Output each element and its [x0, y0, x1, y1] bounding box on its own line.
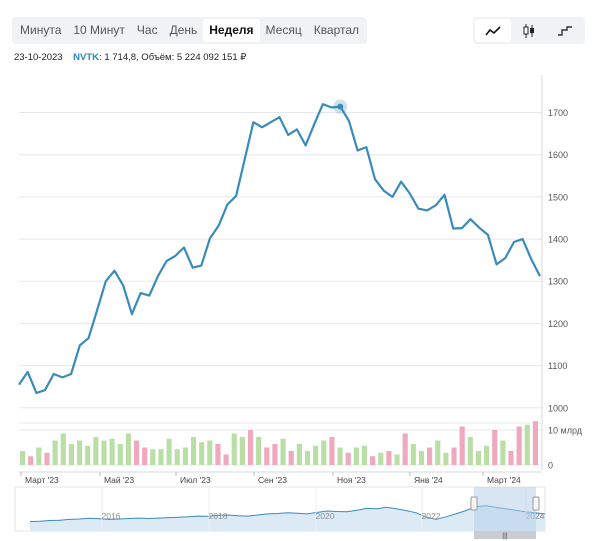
volume-bar — [44, 452, 50, 465]
volume-bar — [321, 440, 327, 465]
navigator-year-label: 2020 — [316, 511, 335, 521]
volume-bar — [467, 437, 473, 465]
y-tick-label: 1500 — [548, 192, 568, 202]
volume-bar — [378, 452, 384, 465]
volume-bar — [247, 430, 254, 465]
navigator-handle-left — [470, 496, 478, 511]
volume-bar — [101, 440, 107, 465]
volume-bar — [150, 449, 156, 465]
navigator-window — [474, 487, 536, 531]
price-gridlines — [19, 112, 542, 409]
volume-bar — [361, 445, 368, 465]
volume-bar — [410, 444, 416, 465]
navigator[interactable]: 20162018202020222024||| — [14, 486, 546, 540]
volume-bar — [427, 447, 433, 465]
volume-bar — [313, 445, 319, 465]
volume-bar — [272, 444, 278, 465]
volume-bar — [296, 444, 302, 465]
volume-bar — [76, 440, 83, 465]
x-tick-label: Март '24 — [487, 475, 521, 485]
volume-bar — [304, 451, 311, 465]
y-tick-label: 1600 — [548, 150, 568, 160]
volume-bar — [256, 437, 262, 465]
volume-bar — [345, 452, 351, 465]
volume-bar — [133, 440, 140, 465]
scrollbar-grip: ||| — [502, 533, 508, 540]
volume-bar — [475, 451, 482, 465]
volume-bar — [142, 447, 148, 465]
volume-bar — [20, 451, 26, 465]
volume-bar — [199, 442, 205, 465]
volume-bar — [418, 451, 425, 465]
volume-bar — [60, 433, 66, 465]
volume-bar — [443, 452, 449, 465]
volume-bar — [125, 433, 131, 465]
volume-bar — [215, 444, 221, 465]
navigator-year-label: 2022 — [422, 511, 441, 521]
price-line — [18, 102, 541, 395]
x-tick-label: Март '23 — [25, 475, 59, 485]
volume-bar — [524, 424, 530, 465]
y-tick-label: 1300 — [548, 277, 568, 287]
volume-bar — [174, 449, 180, 465]
volume-bar — [36, 447, 42, 465]
volume-bars — [20, 421, 538, 465]
price-series — [18, 99, 541, 395]
volume-bar — [459, 426, 465, 465]
y-tick-label: 1100 — [548, 361, 567, 371]
volume-bar — [239, 437, 245, 465]
navigator-year-label: 2016 — [102, 511, 121, 521]
volume-bar — [353, 447, 359, 465]
volume-axis: 10 млрд 0 — [548, 426, 583, 471]
volume-bar — [264, 447, 270, 465]
volume-bar — [451, 447, 457, 465]
volume-bar — [68, 444, 74, 465]
volume-bar — [500, 440, 506, 465]
volume-bar — [117, 444, 123, 465]
volume-bar — [280, 438, 286, 465]
volume-bar — [207, 440, 213, 465]
volume-bar — [166, 438, 172, 465]
y-tick-label: 1400 — [548, 235, 568, 245]
price-chart[interactable]: 1000 1100 1200 1300 1400 1500 1600 1700 10 млрд… — [0, 0, 600, 541]
x-tick-label: Май '23 — [104, 475, 134, 485]
x-tick-label: Июл '23 — [180, 475, 211, 485]
volume-bar — [231, 433, 237, 465]
volume-bar — [492, 430, 498, 465]
volume-bar — [93, 437, 99, 465]
volume-bar — [182, 447, 188, 465]
volume-bar — [386, 451, 392, 465]
volume-bar — [288, 451, 294, 465]
y-tick-label: 1700 — [548, 108, 568, 118]
navigator-handle-right — [532, 496, 540, 511]
volume-bar — [394, 454, 400, 465]
y-tick-label: 1000 — [548, 403, 568, 413]
y-tick-label: 1200 — [548, 319, 568, 329]
volume-bar — [370, 456, 376, 465]
hover-marker — [337, 103, 344, 110]
volume-bar — [329, 437, 335, 465]
x-tick-label: Янв '24 — [414, 475, 443, 485]
volume-bar — [109, 438, 115, 465]
volume-bar — [85, 445, 91, 465]
volume-bar — [508, 451, 514, 465]
navigator-year-label: 2018 — [209, 511, 228, 521]
volume-bar — [52, 440, 58, 465]
volume-tick-label: 0 — [548, 461, 553, 471]
volume-bar — [402, 433, 408, 465]
volume-bar — [516, 426, 522, 465]
volume-bar — [158, 449, 164, 465]
x-tick-label: Ноя '23 — [337, 475, 366, 485]
volume-bar — [435, 440, 441, 465]
volume-tick-label: 10 млрд — [548, 426, 583, 436]
time-axis: Март '23 Май '23 Июл '23 Сен '23 Ноя '23 Янв … — [19, 471, 542, 485]
volume-bar — [28, 456, 34, 465]
volume-bar — [337, 447, 343, 465]
volume-bar — [484, 445, 490, 465]
price-axis: 1000 1100 1200 1300 1400 1500 1600 1700 — [541, 75, 568, 470]
volume-bar — [532, 421, 538, 465]
x-tick-label: Сен '23 — [258, 475, 287, 485]
volume-bar — [223, 454, 229, 465]
volume-bar — [190, 437, 197, 465]
